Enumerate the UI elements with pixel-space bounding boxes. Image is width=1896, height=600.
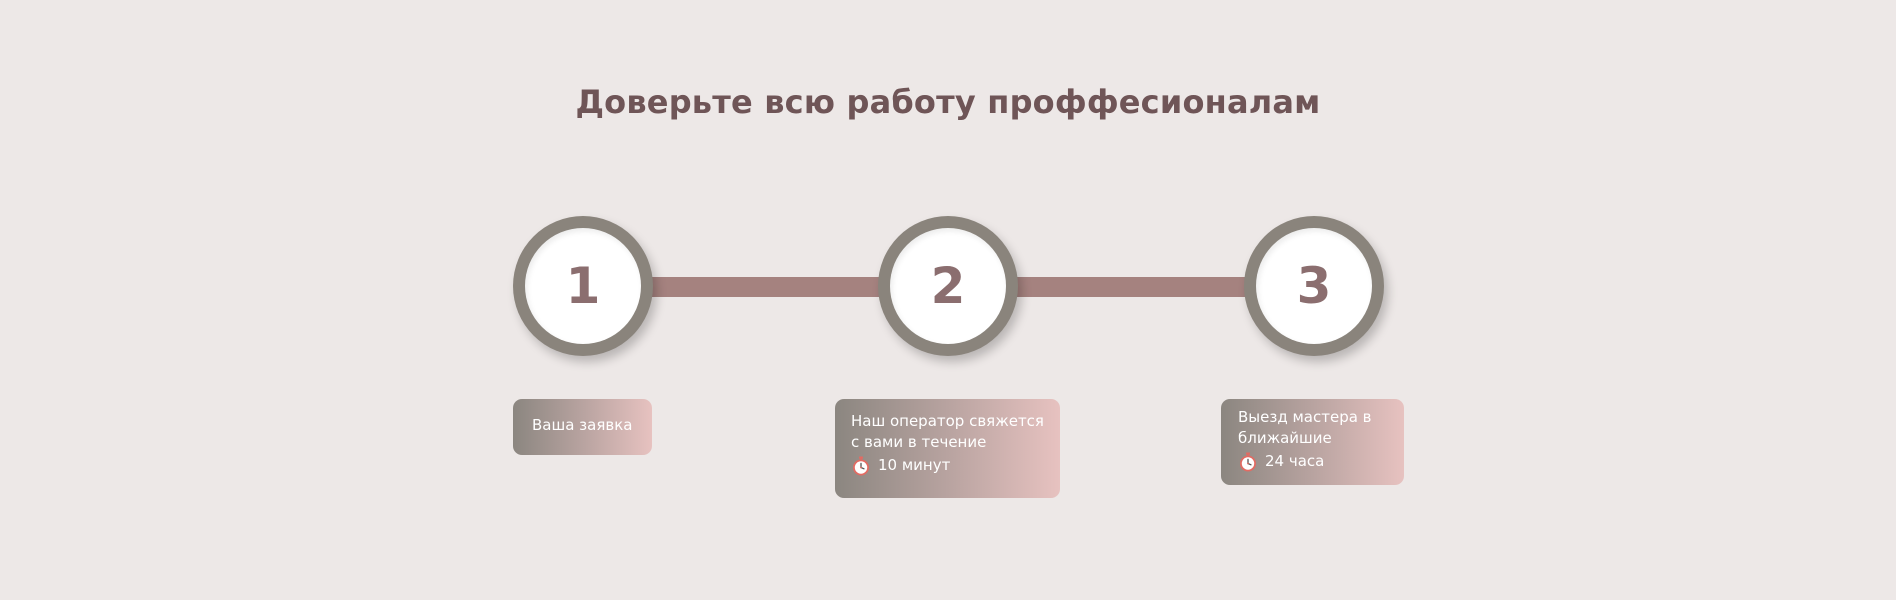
stopwatch-icon — [853, 456, 869, 475]
stopwatch-icon — [1240, 452, 1256, 471]
step-3-time: 24 часа — [1265, 452, 1325, 470]
step-2-circle-inner: 2 — [890, 228, 1006, 344]
step-3-card: Выезд мастера в ближайшие 24 часа — [1221, 399, 1404, 485]
step-3-text: Выезд мастера в ближайшие — [1238, 408, 1372, 447]
page-title: Доверьте всю работу проффесионалам — [575, 83, 1321, 121]
step-2-text: Наш оператор свяжется с вами в течение — [851, 412, 1044, 451]
step-1-circle-inner: 1 — [525, 228, 641, 344]
step-1-number: 1 — [565, 257, 601, 315]
step-3-circle: 3 — [1244, 216, 1384, 356]
step-3-circle-inner: 3 — [1256, 228, 1372, 344]
step-connector — [1005, 277, 1265, 297]
step-2-time: 10 минут — [878, 456, 951, 474]
step-connector — [640, 277, 900, 297]
step-2-card: Наш оператор свяжется с вами в течение 1… — [835, 399, 1060, 498]
step-1-text: Ваша заявка — [532, 416, 633, 434]
step-3-number: 3 — [1296, 257, 1332, 315]
step-2-time-row: 10 минут — [851, 455, 1046, 476]
step-2-circle: 2 — [878, 216, 1018, 356]
step-1-circle: 1 — [513, 216, 653, 356]
step-2-number: 2 — [930, 257, 966, 315]
step-1-card: Ваша заявка — [513, 399, 652, 455]
step-3-time-row: 24 часа — [1238, 451, 1390, 472]
